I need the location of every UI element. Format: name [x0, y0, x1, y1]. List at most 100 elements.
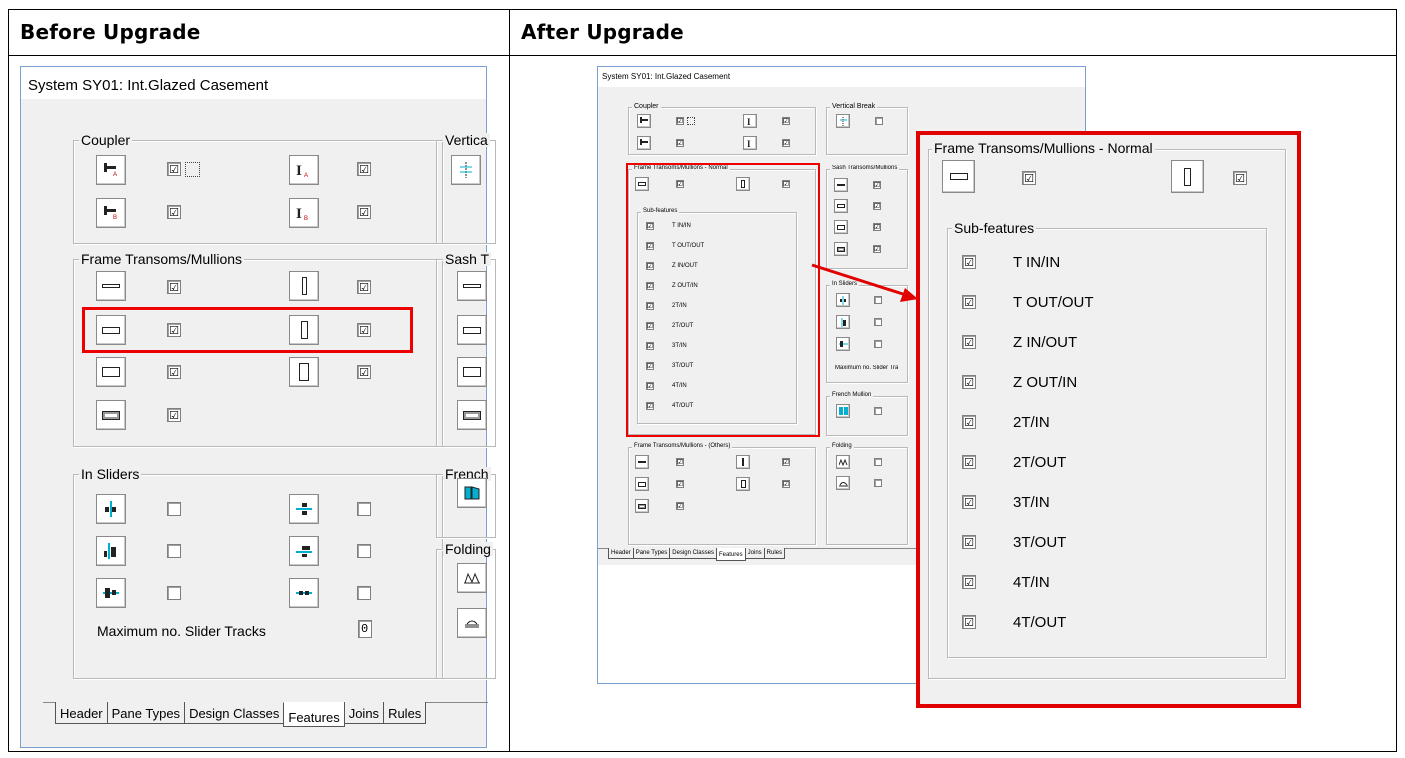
after-coupler-b-icon[interactable] — [637, 136, 651, 150]
frame-transom-double-icon[interactable] — [96, 400, 126, 430]
frame-mullion-normal-icon[interactable] — [289, 315, 319, 345]
after-others-mullion-wide-checkbox[interactable]: ☑ — [782, 480, 790, 488]
after-others-mullion-thin-checkbox[interactable]: ☑ — [782, 458, 790, 466]
tab-pane-types[interactable]: Pane Types — [106, 702, 186, 724]
zoom-subfeature-checkbox[interactable]: ☑ — [962, 375, 976, 389]
slider-4-icon[interactable] — [289, 536, 319, 566]
slider-1-checkbox[interactable] — [167, 502, 181, 516]
coupler-ib-checkbox[interactable]: ☑ — [357, 205, 371, 219]
after-frame-transom-normal-icon[interactable] — [635, 177, 649, 191]
frame-mullion-wide-checkbox[interactable]: ☑ — [357, 365, 371, 379]
frame-mullion-wide-icon[interactable] — [289, 357, 319, 387]
coupler-ia-checkbox[interactable]: ☑ — [357, 162, 371, 176]
after-slider-5-icon[interactable] — [836, 337, 850, 351]
slider-2-checkbox[interactable] — [357, 502, 371, 516]
after-subfeature-checkbox[interactable]: ☑ — [646, 342, 654, 350]
after-subfeature-checkbox[interactable]: ☑ — [646, 222, 654, 230]
after-tab-features[interactable]: Features — [715, 548, 746, 561]
after-vertical-break-icon[interactable] — [836, 114, 850, 128]
frame-transom-double-checkbox[interactable]: ☑ — [167, 408, 181, 422]
after-coupler-ib-checkbox[interactable]: ☑ — [782, 139, 790, 147]
after-folding-2-icon[interactable] — [836, 476, 850, 490]
after-tab-design-classes[interactable]: Design Classes — [669, 548, 717, 559]
after-sash-2-icon[interactable] — [834, 199, 848, 213]
after-others-transom-thin-checkbox[interactable]: ☑ — [676, 458, 684, 466]
max-slider-tracks-input[interactable]: 0 — [358, 620, 372, 638]
tab-features[interactable]: Features — [283, 702, 345, 727]
zoom-subfeature-checkbox[interactable]: ☑ — [962, 615, 976, 629]
coupler-a-option-box[interactable] — [185, 162, 200, 177]
after-sash-4-checkbox[interactable]: ☑ — [873, 245, 881, 253]
after-subfeature-checkbox[interactable]: ☑ — [646, 282, 654, 290]
zoom-frame-mullion-normal-checkbox[interactable]: ☑ — [1233, 171, 1247, 185]
tab-design-classes[interactable]: Design Classes — [184, 702, 285, 724]
zoom-subfeature-checkbox[interactable]: ☑ — [962, 335, 976, 349]
after-others-mullion-wide-icon[interactable] — [736, 477, 750, 491]
after-coupler-ia-checkbox[interactable]: ☑ — [782, 117, 790, 125]
after-subfeature-checkbox[interactable]: ☑ — [646, 382, 654, 390]
after-subfeature-checkbox[interactable]: ☑ — [646, 402, 654, 410]
coupler-ia-icon[interactable]: IA — [289, 155, 319, 185]
after-others-transom-thin-icon[interactable] — [635, 455, 649, 469]
after-sash-2-checkbox[interactable]: ☑ — [873, 202, 881, 210]
sash-transom-thin-icon[interactable] — [457, 271, 487, 301]
after-subfeature-checkbox[interactable]: ☑ — [646, 302, 654, 310]
after-sash-1-icon[interactable] — [834, 178, 848, 192]
after-sash-1-checkbox[interactable]: ☑ — [873, 181, 881, 189]
frame-mullion-normal-checkbox[interactable]: ☑ — [357, 323, 371, 337]
slider-6-checkbox[interactable] — [357, 586, 371, 600]
coupler-a-icon[interactable]: A — [96, 155, 126, 185]
after-coupler-a-icon[interactable] — [637, 114, 651, 128]
slider-4-checkbox[interactable] — [357, 544, 371, 558]
after-tab-rules[interactable]: Rules — [763, 548, 786, 559]
folding-2-icon[interactable] — [457, 608, 487, 638]
after-french-icon[interactable] — [836, 404, 850, 418]
after-slider-3-icon[interactable] — [836, 315, 850, 329]
coupler-a-checkbox[interactable]: ☑ — [167, 162, 181, 176]
after-sash-4-icon[interactable] — [834, 242, 848, 256]
zoom-subfeature-checkbox[interactable]: ☑ — [962, 575, 976, 589]
french-mullion-icon[interactable] — [457, 478, 487, 508]
coupler-b-checkbox[interactable]: ☑ — [167, 205, 181, 219]
after-others-transom-wide-icon[interactable] — [635, 477, 649, 491]
slider-5-checkbox[interactable] — [167, 586, 181, 600]
sash-transom-wide-icon[interactable] — [457, 357, 487, 387]
after-coupler-b-checkbox[interactable]: ☑ — [676, 139, 684, 147]
after-sash-3-icon[interactable] — [834, 220, 848, 234]
frame-transom-thin-icon[interactable] — [96, 271, 126, 301]
zoom-subfeature-checkbox[interactable]: ☑ — [962, 495, 976, 509]
zoom-subfeature-checkbox[interactable]: ☑ — [962, 455, 976, 469]
frame-transom-normal-icon[interactable] — [96, 315, 126, 345]
coupler-ib-icon[interactable]: IB — [289, 198, 319, 228]
frame-mullion-thin-icon[interactable] — [289, 271, 319, 301]
after-sash-3-checkbox[interactable]: ☑ — [873, 223, 881, 231]
after-frame-mullion-normal-checkbox[interactable]: ☑ — [782, 180, 790, 188]
zoom-subfeature-checkbox[interactable]: ☑ — [962, 295, 976, 309]
after-coupler-ib-icon[interactable]: I — [743, 136, 757, 150]
slider-3-icon[interactable] — [96, 536, 126, 566]
after-others-transom-wide-checkbox[interactable]: ☑ — [676, 480, 684, 488]
coupler-b-icon[interactable]: B — [96, 198, 126, 228]
zoom-frame-transom-normal-checkbox[interactable]: ☑ — [1022, 171, 1036, 185]
after-french-checkbox[interactable] — [874, 407, 882, 415]
after-folding-1-icon[interactable] — [836, 455, 850, 469]
zoom-subfeature-checkbox[interactable]: ☑ — [962, 415, 976, 429]
slider-3-checkbox[interactable] — [167, 544, 181, 558]
after-tab-header[interactable]: Header — [608, 548, 634, 559]
slider-1-icon[interactable] — [96, 494, 126, 524]
tab-joins[interactable]: Joins — [343, 702, 385, 724]
after-subfeature-checkbox[interactable]: ☑ — [646, 242, 654, 250]
vertical-break-icon[interactable] — [451, 155, 481, 185]
sash-transom-normal-icon[interactable] — [457, 315, 487, 345]
slider-6-icon[interactable] — [289, 578, 319, 608]
zoom-subfeature-checkbox[interactable]: ☑ — [962, 255, 976, 269]
after-folding-1-checkbox[interactable] — [874, 458, 882, 466]
tab-header[interactable]: Header — [55, 702, 108, 724]
slider-5-icon[interactable] — [96, 578, 126, 608]
after-vertical-break-checkbox[interactable] — [875, 117, 883, 125]
frame-mullion-thin-checkbox[interactable]: ☑ — [357, 280, 371, 294]
zoom-subfeature-checkbox[interactable]: ☑ — [962, 535, 976, 549]
tab-rules[interactable]: Rules — [383, 702, 427, 724]
zoom-frame-transom-normal-icon[interactable] — [942, 160, 975, 193]
after-others-transom-double-icon[interactable] — [635, 499, 649, 513]
